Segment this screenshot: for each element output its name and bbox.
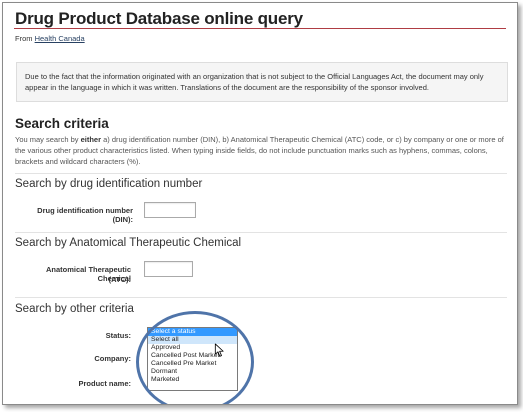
atc-section-heading: Search by Anatomical Therapeutic Chemica… (15, 237, 242, 249)
din-label: Drug identification number (DIN): (37, 206, 133, 224)
source-prefix: From (15, 34, 35, 43)
product-name-label: Product name: (78, 379, 131, 388)
atc-input[interactable] (144, 261, 193, 277)
company-label: Company: (94, 354, 131, 363)
search-criteria-heading: Search criteria (15, 116, 109, 131)
title-underline (14, 28, 506, 29)
search-instructions: You may search by either a) drug identif… (15, 134, 507, 167)
din-input[interactable] (144, 202, 196, 218)
status-option[interactable]: Select a status (148, 328, 237, 336)
health-canada-link[interactable]: Health Canada (35, 34, 85, 43)
atc-label-line-2: (ATC): (108, 275, 131, 284)
page-title: Drug Product Database online query (15, 9, 303, 28)
section-divider (15, 232, 507, 233)
language-notice: Due to the fact that the information ori… (16, 62, 508, 102)
status-listbox[interactable]: Select a status Select all Approved Cancell… (147, 327, 238, 391)
instructions-part-1: You may search by (15, 135, 81, 144)
status-option[interactable]: Dormant (148, 368, 237, 376)
browser-page-frame: Drug Product Database online query From … (2, 2, 518, 405)
mouse-pointer-icon (214, 343, 224, 357)
din-section-heading: Search by drug identification number (15, 178, 203, 190)
other-criteria-heading: Search by other criteria (15, 303, 134, 315)
status-label: Status: (105, 331, 131, 340)
instructions-bold: either (80, 135, 102, 144)
status-option[interactable]: Cancelled Pre Market (148, 360, 237, 368)
section-divider (15, 173, 507, 174)
status-option[interactable]: Marketed (148, 376, 237, 384)
section-divider (15, 297, 507, 298)
source-line: From Health Canada (15, 34, 85, 43)
